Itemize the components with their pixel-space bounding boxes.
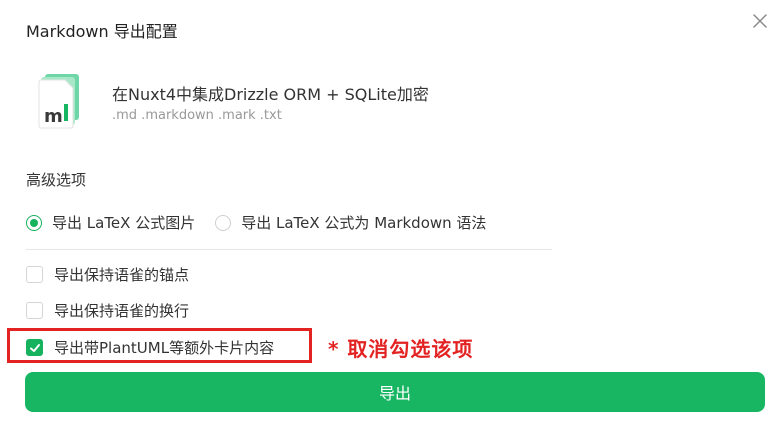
file-extensions: .md .markdown .mark .txt — [112, 108, 282, 123]
annotation-text: * 取消勾选该项 — [328, 337, 474, 361]
export-dialog: Markdown 导出配置 m 在Nuxt4中集成Drizzle ORM + S… — [0, 0, 782, 424]
checkbox-label: 导出保持语雀的锚点 — [54, 266, 190, 284]
annotation-highlight-box — [7, 328, 312, 363]
dialog-title: Markdown 导出配置 — [26, 22, 178, 41]
close-icon[interactable] — [749, 10, 771, 32]
radio-label: 导出 LaTeX 公式图片 — [52, 214, 196, 232]
radio-checked-icon[interactable] — [26, 214, 42, 231]
file-icon-letter: m — [44, 106, 63, 127]
checkbox-keep-linebreak[interactable]: 导出保持语雀的换行 — [26, 300, 189, 321]
checkbox-keep-anchor[interactable]: 导出保持语雀的锚点 — [26, 264, 189, 285]
latex-export-radio-group: 导出 LaTeX 公式图片 导出 LaTeX 公式为 Markdown 语法 — [26, 212, 506, 233]
radio-label: 导出 LaTeX 公式为 Markdown 语法 — [241, 214, 487, 232]
radio-latex-image[interactable]: 导出 LaTeX 公式图片 — [26, 212, 195, 233]
markdown-file-icon: m — [37, 74, 81, 130]
advanced-options-title: 高级选项 — [26, 171, 87, 189]
checkbox-unchecked-icon[interactable] — [26, 266, 43, 283]
radio-latex-markdown[interactable]: 导出 LaTeX 公式为 Markdown 语法 — [215, 212, 486, 233]
divider — [26, 249, 552, 250]
export-button[interactable]: 导出 — [25, 372, 765, 412]
checkbox-label: 导出保持语雀的换行 — [54, 302, 190, 320]
radio-unchecked-icon[interactable] — [215, 214, 232, 231]
checkbox-unchecked-icon[interactable] — [26, 302, 43, 319]
file-name: 在Nuxt4中集成Drizzle ORM + SQLite加密 — [112, 85, 429, 104]
